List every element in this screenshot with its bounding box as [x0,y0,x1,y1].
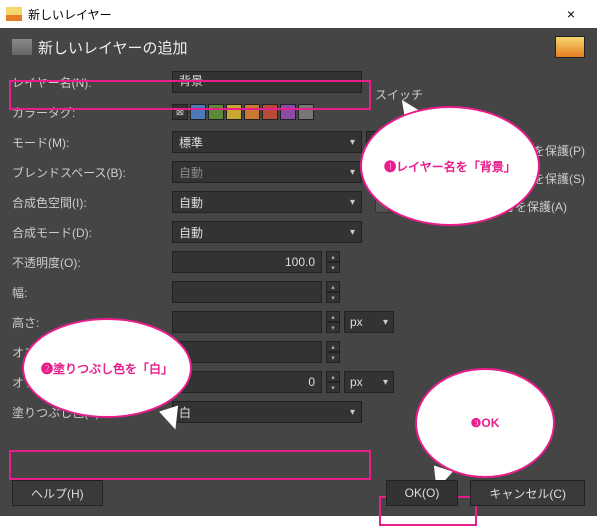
callout-1: ❶レイヤー名を「背景」 [360,106,540,226]
color-tag-red[interactable] [262,104,278,120]
label-mode: モード(M): [12,134,172,151]
row-width: 幅: ▴▾ [12,278,585,306]
offset-y-input[interactable]: 0 [172,371,322,393]
window-title: 新しいレイヤー [28,6,551,23]
color-tag-violet[interactable] [280,104,296,120]
blend-space-select[interactable]: 自動 ▾ [172,161,362,183]
unit-value: px [350,315,363,329]
chevron-down-icon: ▾ [350,227,355,238]
opacity-value: 100.0 [285,255,315,269]
chevron-down-icon: ▾ [383,317,388,328]
chevron-down-icon: ▾ [350,167,355,178]
close-button[interactable]: × [551,6,591,22]
color-tag-orange[interactable] [244,104,260,120]
opacity-slider[interactable]: 100.0 [172,251,322,273]
opacity-spinner[interactable]: ▴▾ [326,251,340,273]
color-tag-yellow[interactable] [226,104,242,120]
composite-mode-value: 自動 [179,224,203,241]
mode-select[interactable]: 標準 ▾ [172,131,362,153]
offset-y-spinner[interactable]: ▴▾ [326,371,340,393]
preview-thumbnail [555,36,585,58]
size-unit-select[interactable]: px ▾ [344,311,394,333]
label-opacity: 不透明度(O): [12,254,172,271]
offset-x-spinner[interactable]: ▴▾ [326,341,340,363]
dialog-buttons: ヘルプ(H) OK(O) キャンセル(C) [12,480,585,506]
label-layer-name: レイヤー名(N): [12,74,172,91]
chevron-down-icon: ▾ [350,197,355,208]
dialog-body: 新しいレイヤーの追加 レイヤー名(N): 背景 カラータグ: ⊠ モード(M): [0,28,597,516]
color-tag-green[interactable] [208,104,224,120]
color-tag-blue[interactable] [190,104,206,120]
label-lock-position: を保護(S) [533,170,585,187]
height-spinner[interactable]: ▴▾ [326,311,340,333]
width-input[interactable] [172,281,322,303]
row-opacity: 不透明度(O): 100.0 ▴▾ [12,248,585,276]
annotation-highlight-2 [9,450,371,480]
label-composite-mode: 合成モード(D): [12,224,172,241]
mode-value: 標準 [179,134,203,151]
width-spinner[interactable]: ▴▾ [326,281,340,303]
label-width: 幅: [12,284,172,301]
unit-value: px [350,375,363,389]
layer-icon [12,39,32,55]
ok-button[interactable]: OK(O) [386,480,459,506]
offset-unit-select[interactable]: px ▾ [344,371,394,393]
color-tag-none[interactable]: ⊠ [172,104,188,120]
help-button[interactable]: ヘルプ(H) [12,480,103,506]
window-titlebar: 新しいレイヤー × [0,0,597,28]
callout-3: ❸OK [415,368,555,478]
composite-mode-select[interactable]: 自動 ▾ [172,221,362,243]
app-icon [6,7,22,21]
dialog-title: 新しいレイヤーの追加 [38,37,555,58]
dialog-header: 新しいレイヤーの追加 [12,36,585,58]
row-composite-mode: 合成モード(D): 自動 ▾ [12,218,585,246]
chevron-down-icon: ▾ [350,137,355,148]
label-lock-pixels: を保護(P) [533,142,585,159]
cancel-button[interactable]: キャンセル(C) [470,480,585,506]
label-color-tag: カラータグ: [12,104,172,121]
fill-select[interactable]: 白 ▾ [172,401,362,423]
color-tag-gray[interactable] [298,104,314,120]
chevron-down-icon: ▾ [383,377,388,388]
composite-space-value: 自動 [179,194,203,211]
color-tag-swatches: ⊠ [172,104,314,120]
chevron-down-icon: ▾ [350,407,355,418]
offset-x-input[interactable] [172,341,322,363]
label-composite-space: 合成色空間(I): [12,194,172,211]
label-blend-space: ブレンドスペース(B): [12,164,172,181]
composite-space-select[interactable]: 自動 ▾ [172,191,362,213]
blend-space-value: 自動 [179,164,203,181]
layer-name-input[interactable]: 背景 [172,71,362,93]
height-input[interactable] [172,311,322,333]
callout-2: ❷塗りつぶし色を「白」 [22,318,192,418]
